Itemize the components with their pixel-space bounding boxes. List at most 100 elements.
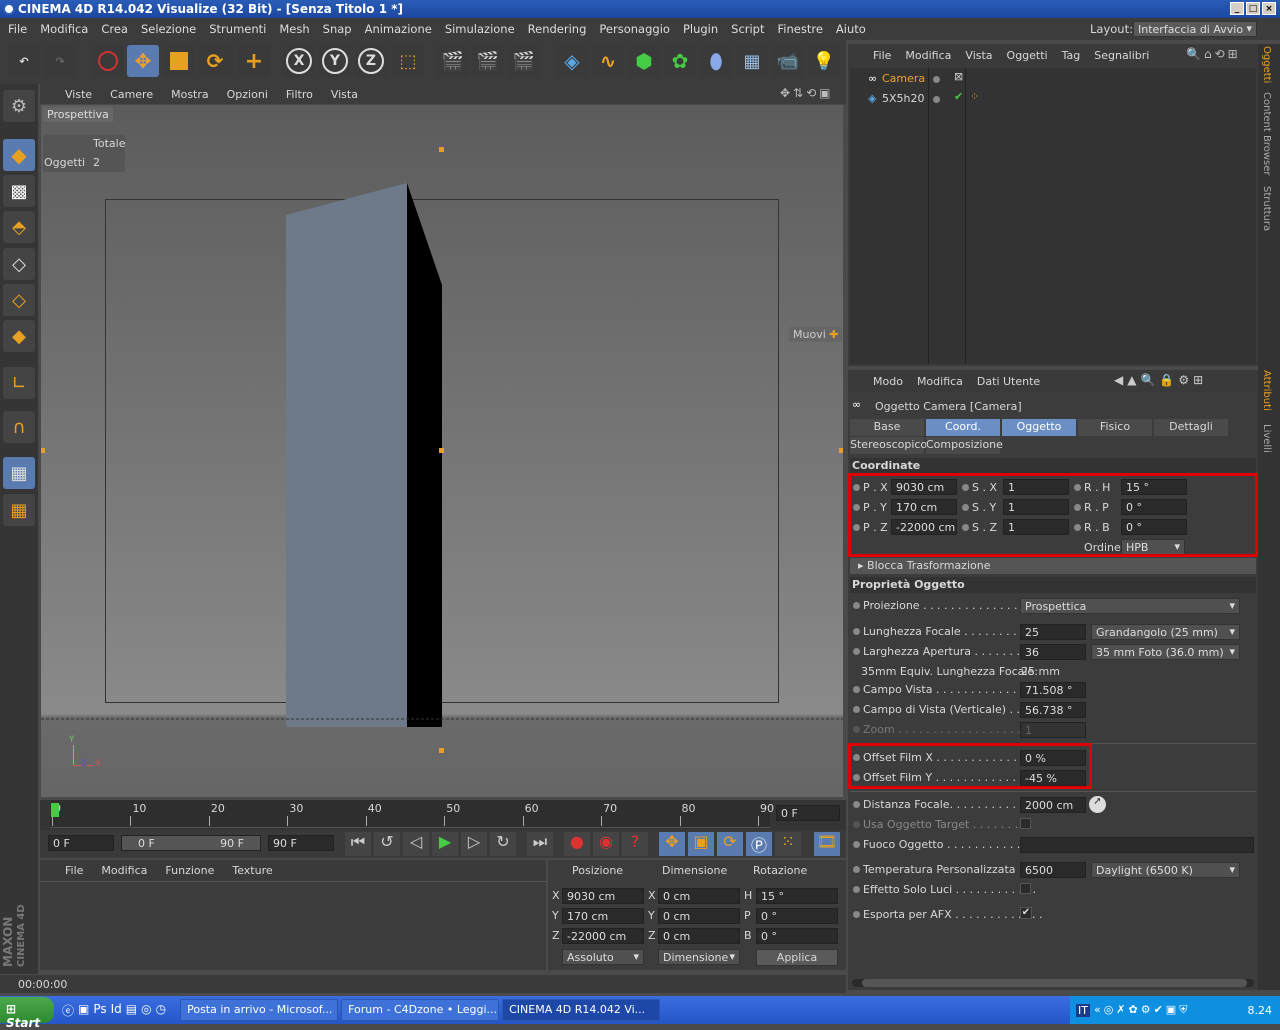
- blocca-trasformazione[interactable]: ▸ Blocca Trasformazione: [850, 558, 1256, 574]
- make-editable-icon[interactable]: ⚙: [3, 90, 35, 122]
- attr-horizontal-scrollbar[interactable]: [852, 979, 1254, 987]
- menu-item[interactable]: Modifica: [40, 22, 88, 36]
- viewport-menu-item[interactable]: Camere: [110, 88, 153, 101]
- scale-icon[interactable]: [163, 45, 195, 77]
- position-field[interactable]: 170 cm: [562, 908, 644, 924]
- campov-field[interactable]: 56.738 °: [1020, 702, 1086, 718]
- objmgr-menu-item[interactable]: Oggetti: [1007, 49, 1048, 62]
- pick-focus-icon[interactable]: ➚: [1089, 796, 1106, 813]
- side-tab[interactable]: Attributi: [1261, 370, 1272, 420]
- chrome-icon[interactable]: ◎: [141, 1002, 151, 1019]
- coords-dim-dropdown[interactable]: Dimensione: [658, 949, 740, 965]
- viewport-nav-icons[interactable]: ✥⇅⟲▣: [780, 86, 834, 100]
- camera-icon[interactable]: 📹: [772, 45, 804, 77]
- coordinate-system-icon[interactable]: ⬚: [392, 45, 424, 77]
- rotate-icon[interactable]: ⟳: [199, 45, 231, 77]
- tray-icons[interactable]: «◎✗✿⚙✔▣⛨: [1094, 1003, 1190, 1017]
- material-menu-item[interactable]: Funzione: [165, 864, 214, 877]
- planar-workplane-icon[interactable]: ▦: [3, 494, 35, 526]
- play-icon[interactable]: ▶: [432, 832, 458, 856]
- spline-icon[interactable]: ∿: [592, 45, 624, 77]
- key-parameter-icon[interactable]: Ⓟ: [746, 832, 772, 856]
- handle-bottom[interactable]: [439, 748, 444, 753]
- objmgr-menu-item[interactable]: Segnalibri: [1094, 49, 1149, 62]
- menu-item[interactable]: Simulazione: [445, 22, 515, 36]
- render-picture-viewer-icon[interactable]: 🎬: [472, 45, 504, 77]
- end-frame-field[interactable]: 90 F: [268, 835, 334, 851]
- live-select-icon[interactable]: +: [238, 45, 270, 77]
- attr-tab[interactable]: Oggetto: [1002, 419, 1076, 436]
- object-name[interactable]: Camera: [882, 72, 925, 85]
- afx-checkbox[interactable]: ✔: [1020, 907, 1032, 919]
- object-row-camera[interactable]: ∞ Camera ⊠: [850, 70, 1256, 88]
- viewport-menu-item[interactable]: Opzioni: [227, 88, 268, 101]
- close-button[interactable]: ×: [1262, 2, 1276, 15]
- objmgr-nav-icons[interactable]: 🔍⌂⟲⊞: [1186, 47, 1241, 61]
- material-menu-item[interactable]: Modifica: [101, 864, 147, 877]
- rotation-field[interactable]: 0 °: [756, 928, 838, 944]
- menu-item[interactable]: Finestre: [778, 22, 823, 36]
- menu-item[interactable]: Script: [731, 22, 764, 36]
- attr-tab[interactable]: Dettagli: [1154, 419, 1228, 436]
- cloner-icon[interactable]: ✿: [664, 45, 696, 77]
- menu-item[interactable]: Strumenti: [209, 22, 266, 36]
- rotation-field[interactable]: 0 °: [756, 908, 838, 924]
- key-scale-icon[interactable]: ▣: [688, 832, 714, 856]
- attr-menu-item[interactable]: Modo: [873, 375, 903, 388]
- start-button[interactable]: ⊞ Start: [0, 997, 54, 1030]
- redo-icon[interactable]: ↷: [44, 45, 76, 77]
- campo-field[interactable]: 71.508 °: [1020, 682, 1086, 698]
- viewport-perspective[interactable]: Prospettiva Totale Oggetti 2 Muovi ✚ Y X…: [41, 105, 843, 797]
- layout-dropdown[interactable]: Interfaccia di Avvio: [1133, 21, 1257, 37]
- floor-icon[interactable]: ▦: [736, 45, 768, 77]
- z-axis-lock-icon[interactable]: Z: [355, 45, 387, 77]
- attr-menu-item[interactable]: Modifica: [917, 375, 963, 388]
- minimize-button[interactable]: _: [1230, 2, 1244, 15]
- keyframe-selection-icon[interactable]: ?: [622, 832, 648, 856]
- viewport-menu-item[interactable]: Viste: [65, 88, 92, 101]
- attr-tab[interactable]: Fisico: [1078, 419, 1152, 436]
- attr-tab[interactable]: Stereoscopico: [850, 437, 927, 454]
- attr-tab[interactable]: Coord.: [926, 419, 1000, 436]
- range-slider[interactable]: 0 F 90 F: [121, 835, 261, 851]
- model-mode-icon[interactable]: ◆: [3, 139, 35, 171]
- object-row-box[interactable]: ◈ 5X5h20 ✔ ⁘: [850, 90, 1256, 108]
- polygons-mode-icon[interactable]: ◆: [3, 320, 35, 352]
- handle-top[interactable]: [439, 147, 444, 152]
- taskbar-outlook[interactable]: Posta in arrivo - Microsof...: [180, 999, 339, 1021]
- light-icon[interactable]: 💡: [808, 45, 840, 77]
- language-indicator[interactable]: IT: [1076, 1003, 1090, 1017]
- handle-right[interactable]: [839, 448, 843, 453]
- rotation-field[interactable]: 15 °: [756, 888, 838, 904]
- menu-item[interactable]: Selezione: [141, 22, 196, 36]
- side-tab[interactable]: Content Browser: [1261, 92, 1272, 192]
- menu-item[interactable]: File: [8, 22, 27, 36]
- distanza-field[interactable]: 2000 cm: [1020, 797, 1086, 813]
- ie-icon[interactable]: ⓔ: [62, 1002, 74, 1019]
- attr-menu-item[interactable]: Dati Utente: [977, 375, 1040, 388]
- clock-app-icon[interactable]: ◷: [156, 1002, 166, 1019]
- record-icon[interactable]: ●: [564, 832, 590, 856]
- handle-center[interactable]: [439, 448, 444, 453]
- viewport-menu-item[interactable]: Mostra: [171, 88, 209, 101]
- luci-checkbox[interactable]: [1020, 883, 1031, 894]
- objmgr-menu-item[interactable]: File: [873, 49, 891, 62]
- viewport-menu-item[interactable]: Vista: [331, 88, 358, 101]
- viewport-menu-item[interactable]: Filtro: [286, 88, 313, 101]
- go-to-start-icon[interactable]: ⏮: [345, 832, 371, 856]
- autokey-icon[interactable]: ◉: [593, 832, 619, 856]
- position-field[interactable]: 9030 cm: [562, 888, 644, 904]
- next-key-icon[interactable]: ↻: [490, 832, 516, 856]
- taskbar-cinema4d[interactable]: CINEMA 4D R14.042 Vi...: [502, 999, 661, 1021]
- photoshop-icon[interactable]: Ps: [93, 1002, 106, 1019]
- material-menu-item[interactable]: Texture: [232, 864, 272, 877]
- menu-item[interactable]: Mesh: [279, 22, 309, 36]
- edges-mode-icon[interactable]: ◇: [3, 284, 35, 316]
- focale-field[interactable]: 25: [1020, 624, 1086, 640]
- deformer-icon[interactable]: ⬮: [700, 45, 732, 77]
- start-frame-field[interactable]: 0 F: [48, 835, 114, 851]
- menu-item[interactable]: Crea: [101, 22, 128, 36]
- focale-preset-dropdown[interactable]: Grandangolo (25 mm): [1091, 624, 1240, 640]
- object-name[interactable]: 5X5h20: [882, 92, 925, 105]
- attr-tab[interactable]: Base: [850, 419, 924, 436]
